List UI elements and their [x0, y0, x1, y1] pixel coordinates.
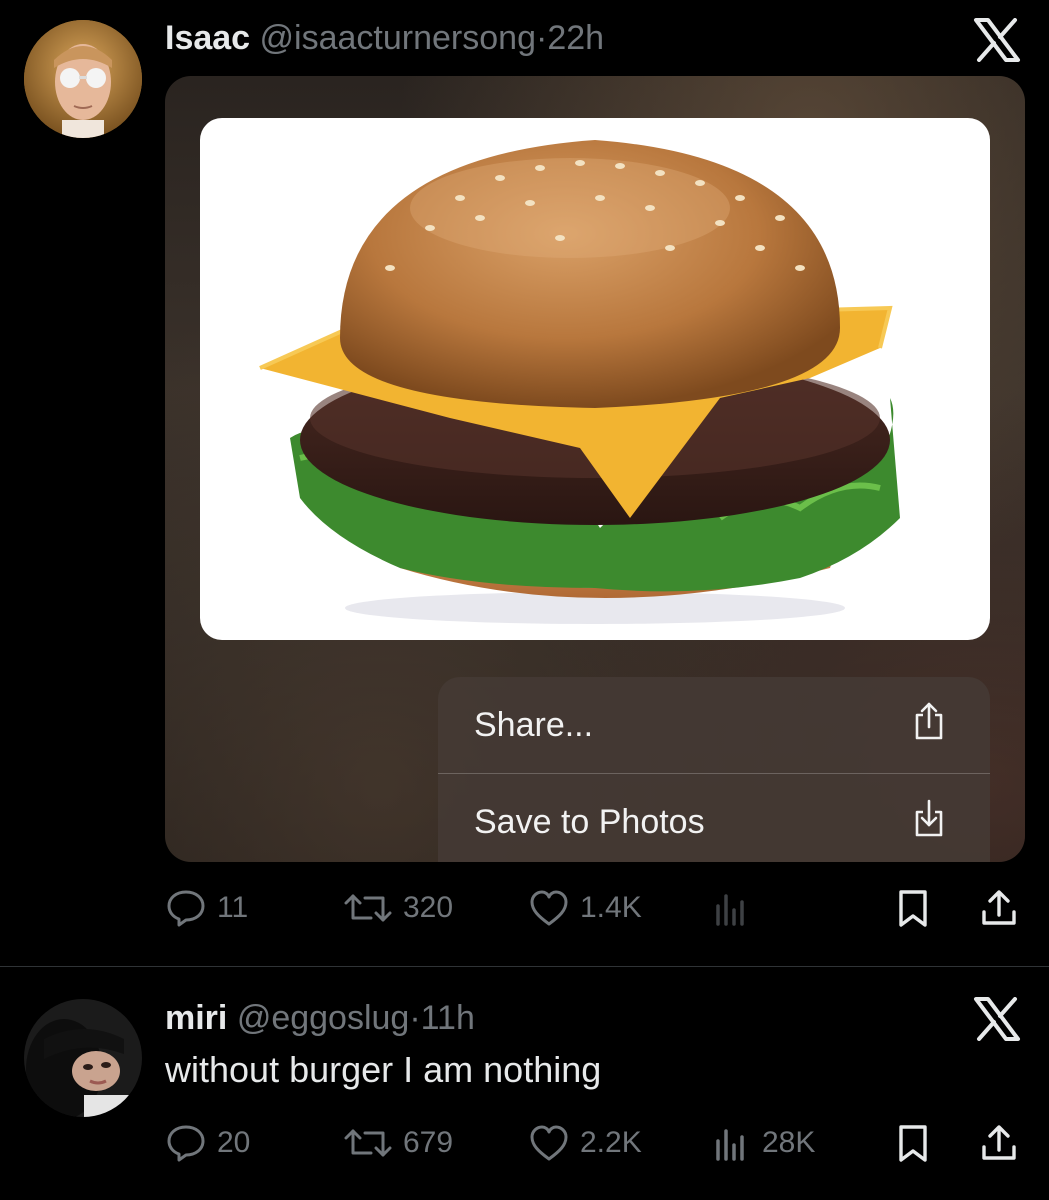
context-menu: Share... Save to Photos [438, 677, 990, 862]
repost-button[interactable]: 679 [343, 1123, 453, 1163]
share-button[interactable] [978, 1123, 1020, 1163]
avatar-miri[interactable] [24, 999, 142, 1117]
views-button[interactable] [712, 888, 762, 928]
share-icon [978, 888, 1020, 928]
share-box-icon [912, 701, 946, 750]
bookmark-icon [895, 1123, 931, 1163]
tweet-text: without burger I am nothing [165, 1049, 602, 1090]
media-preview[interactable]: Share... Save to Photos [165, 76, 1025, 862]
reply-button[interactable]: 11 [165, 888, 248, 928]
heart-icon [528, 1123, 570, 1163]
save-download-icon [912, 798, 946, 847]
like-button[interactable]: 2.2K [528, 1123, 642, 1163]
repost-button[interactable]: 320 [343, 888, 453, 928]
reply-icon [165, 1123, 207, 1163]
bookmark-button[interactable] [895, 888, 931, 928]
like-count: 1.4K [580, 891, 642, 924]
x-logo-icon [973, 18, 1021, 67]
like-button[interactable]: 1.4K [528, 888, 642, 928]
reply-count: 11 [217, 891, 249, 924]
repost-count: 320 [403, 891, 454, 924]
share-icon [978, 1123, 1020, 1163]
timestamp[interactable]: 11h [421, 999, 475, 1037]
bookmark-icon [895, 888, 931, 928]
dot-separator: · [535, 19, 548, 57]
user-handle[interactable]: @eggoslug [237, 999, 410, 1037]
share-button[interactable] [978, 888, 1020, 928]
bookmark-button[interactable] [895, 1123, 931, 1163]
tweet-miri[interactable]: miri @eggoslug·11h without burger I am n… [0, 967, 1049, 1200]
tweet-actions: 20 679 2.2K 28K [0, 1119, 1049, 1167]
tweet-header: Isaac @isaacturnersong·22h [165, 18, 604, 58]
repost-icon [343, 1123, 393, 1163]
user-handle[interactable]: @isaacturnersong [260, 19, 536, 57]
tweet-actions: 11 320 1.4K [0, 884, 1049, 932]
timestamp[interactable]: 22h [547, 19, 604, 57]
display-name[interactable]: Isaac [165, 19, 250, 57]
menu-item-share[interactable]: Share... [438, 677, 990, 773]
repost-count: 679 [403, 1126, 454, 1159]
analytics-icon [712, 888, 752, 928]
cheeseburger-image [259, 140, 900, 624]
x-logo-icon [973, 997, 1021, 1046]
analytics-icon [712, 1123, 752, 1163]
burger-photo[interactable] [200, 118, 990, 640]
menu-item-save-to-photos[interactable]: Save to Photos [438, 774, 990, 862]
view-count: 28K [762, 1126, 816, 1159]
views-button[interactable]: 28K [712, 1123, 815, 1163]
heart-icon [528, 888, 570, 928]
reply-count: 20 [217, 1126, 251, 1159]
display-name[interactable]: miri [165, 999, 227, 1037]
like-count: 2.2K [580, 1126, 642, 1159]
reply-button[interactable]: 20 [165, 1123, 250, 1163]
tweet-isaac[interactable]: Isaac @isaacturnersong·22h Share... Save… [0, 0, 1049, 966]
menu-share-label: Share... [474, 705, 594, 744]
reply-icon [165, 888, 207, 928]
menu-save-label: Save to Photos [474, 802, 705, 841]
avatar-isaac[interactable] [24, 20, 142, 138]
repost-icon [343, 888, 393, 928]
dot-separator: · [409, 999, 421, 1037]
tweet-header: miri @eggoslug·11h [165, 998, 475, 1038]
